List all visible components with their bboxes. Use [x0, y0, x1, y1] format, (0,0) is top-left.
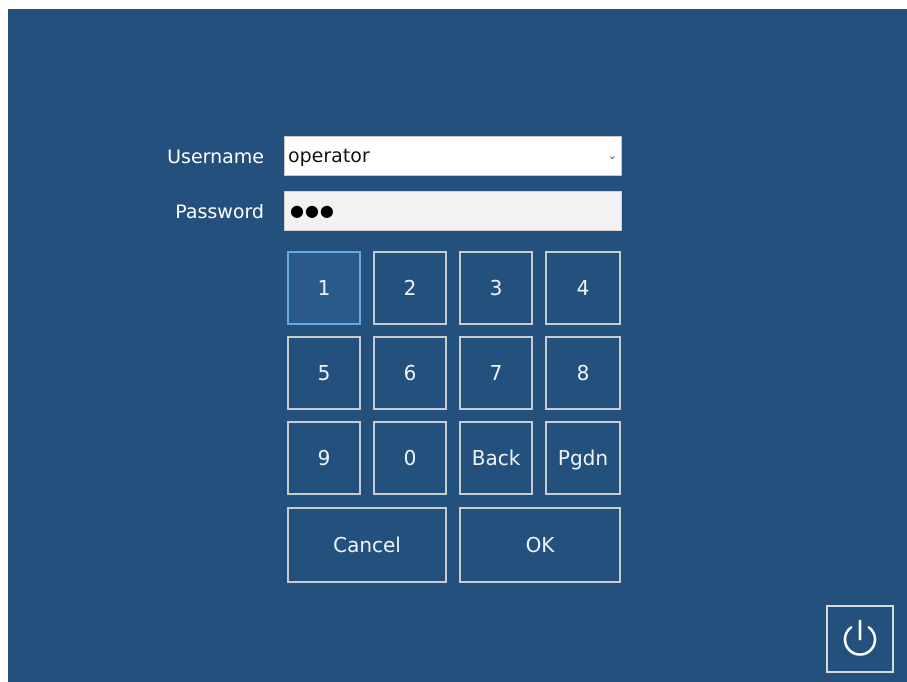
key-5-button[interactable]: 5	[287, 336, 361, 410]
chevron-down-icon[interactable]: ⌄	[608, 137, 617, 175]
back-button[interactable]: Back	[459, 421, 533, 495]
key-1-button[interactable]: 1	[287, 251, 361, 325]
username-value: operator	[288, 145, 370, 167]
cancel-button[interactable]: Cancel	[287, 507, 447, 583]
password-field[interactable]: ●●●	[284, 191, 622, 231]
key-9-button[interactable]: 9	[287, 421, 361, 495]
key-8-button[interactable]: 8	[545, 336, 621, 410]
username-label: Username	[167, 146, 264, 168]
key-2-button[interactable]: 2	[373, 251, 447, 325]
pgdn-button[interactable]: Pgdn	[545, 421, 621, 495]
key-4-button[interactable]: 4	[545, 251, 621, 325]
ok-button[interactable]: OK	[459, 507, 621, 583]
key-7-button[interactable]: 7	[459, 336, 533, 410]
key-3-button[interactable]: 3	[459, 251, 533, 325]
key-6-button[interactable]: 6	[373, 336, 447, 410]
password-label: Password	[175, 201, 264, 223]
password-mask: ●●●	[290, 201, 335, 220]
power-button[interactable]	[826, 605, 894, 673]
login-screen: Username operator ⌄ Password ●●● 1 2 3 4…	[8, 9, 907, 682]
power-icon	[843, 619, 877, 656]
key-0-button[interactable]: 0	[373, 421, 447, 495]
username-select[interactable]: operator ⌄	[284, 136, 622, 176]
